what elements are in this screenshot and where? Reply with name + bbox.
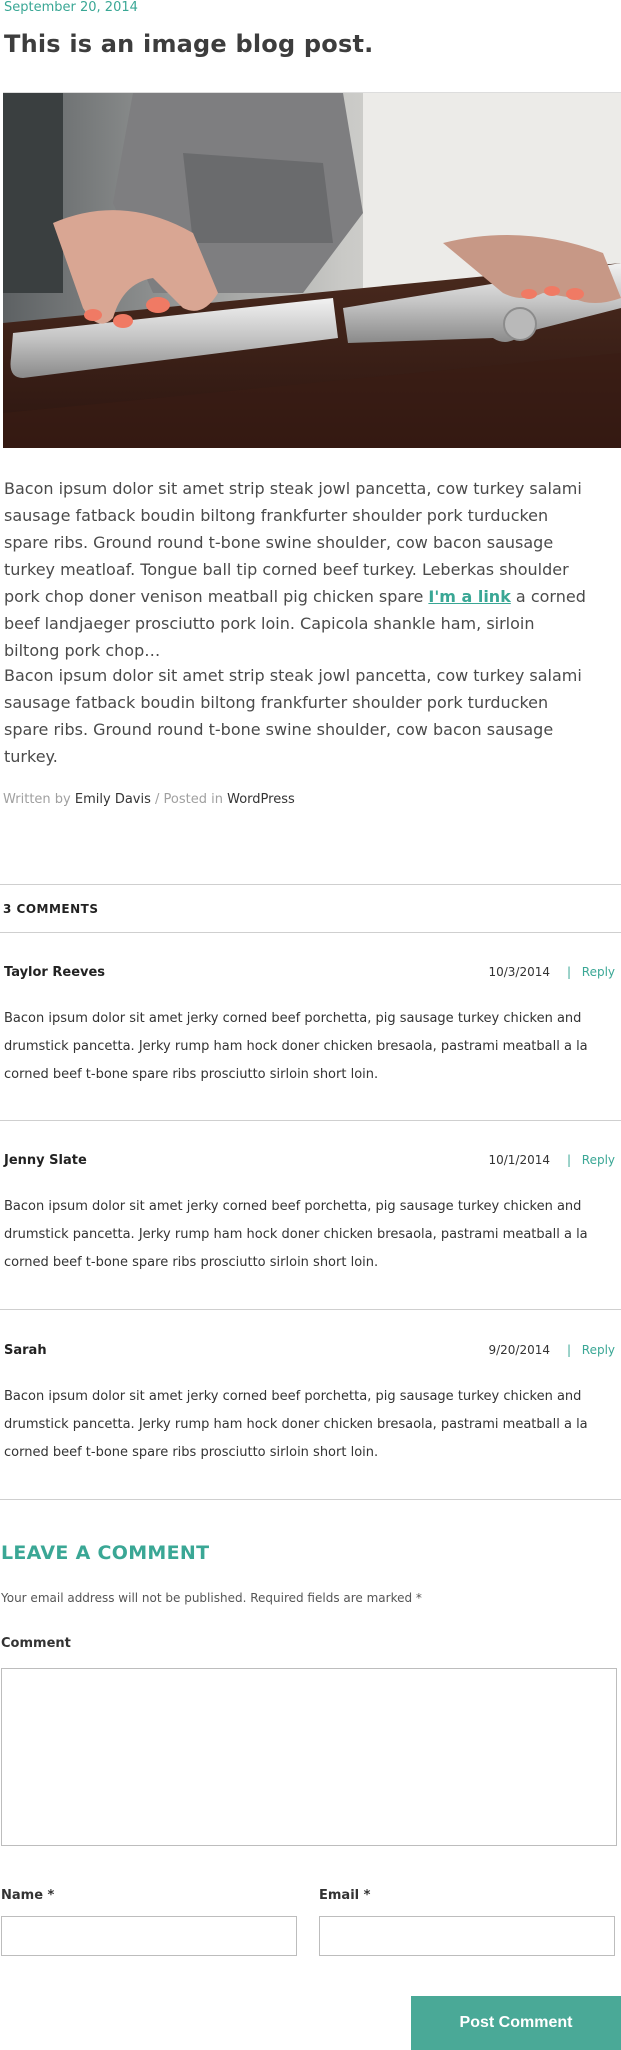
comment-body: Bacon ipsum dolor sit amet jerky corned … <box>4 1011 588 1082</box>
divider <box>0 884 621 885</box>
post-title: This is an image blog post. <box>4 30 374 58</box>
post-meta: Written by Emily Davis / Posted in WordP… <box>3 792 295 807</box>
inline-link[interactable]: I'm a link <box>428 587 510 606</box>
comment-body: Bacon ipsum dolor sit amet jerky corned … <box>4 1199 588 1270</box>
comment-date: 10/3/2014 <box>488 965 550 979</box>
leave-comment-title: LEAVE A COMMENT <box>1 1542 210 1564</box>
posted-in-label: / Posted in <box>155 792 223 807</box>
author-link[interactable]: Emily Davis <box>75 792 151 807</box>
comment-separator: | <box>566 1153 571 1167</box>
required-fields-note: Your email address will not be published… <box>1 1591 422 1605</box>
post-hero-image <box>3 92 621 448</box>
reply-link[interactable]: Reply <box>582 1343 615 1357</box>
divider <box>0 932 621 933</box>
comments-heading: 3 COMMENTS <box>3 902 99 916</box>
post-paragraph-1: Bacon ipsum dolor sit amet strip steak j… <box>4 475 594 664</box>
name-label: Name * <box>1 1888 55 1903</box>
comment-author: Jenny Slate <box>4 1153 87 1168</box>
comment-body: Bacon ipsum dolor sit amet jerky corned … <box>4 1389 588 1460</box>
comment-label: Comment <box>1 1636 71 1651</box>
comment-author: Sarah <box>4 1343 47 1358</box>
divider <box>0 1309 621 1310</box>
divider <box>0 1120 621 1121</box>
email-input[interactable] <box>319 1916 615 1956</box>
divider <box>0 1499 621 1500</box>
post-date: September 20, 2014 <box>4 0 138 15</box>
comment-separator: | <box>566 965 571 979</box>
email-label: Email * <box>319 1888 371 1903</box>
comment-separator: | <box>566 1343 571 1357</box>
reply-link[interactable]: Reply <box>582 1153 615 1167</box>
comment-date: 9/20/2014 <box>488 1343 550 1357</box>
written-by-label: Written by <box>3 792 71 807</box>
category-link[interactable]: WordPress <box>227 792 295 807</box>
post-comment-button[interactable]: Post Comment <box>411 1996 621 2050</box>
post-paragraph-2: Bacon ipsum dolor sit amet strip steak j… <box>4 666 582 766</box>
comment-date: 10/1/2014 <box>488 1153 550 1167</box>
comment-textarea[interactable] <box>1 1668 617 1846</box>
comment-author: Taylor Reeves <box>4 965 106 980</box>
name-input[interactable] <box>1 1916 297 1956</box>
reply-link[interactable]: Reply <box>582 965 615 979</box>
